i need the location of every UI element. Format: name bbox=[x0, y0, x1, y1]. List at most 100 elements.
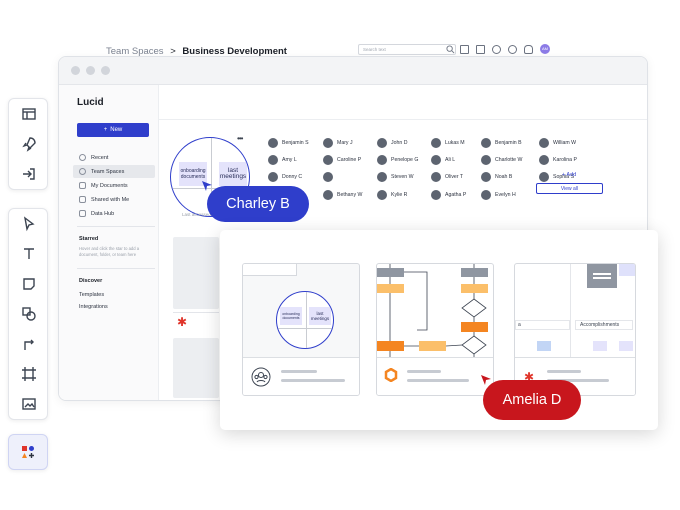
subtitle-placeholder bbox=[281, 379, 345, 382]
flowchart-diagram bbox=[377, 264, 488, 359]
sticky-note-icon[interactable] bbox=[9, 269, 49, 299]
left-toolbar-top bbox=[8, 98, 48, 190]
search-input[interactable]: Search text bbox=[358, 44, 456, 55]
templates-link[interactable]: Templates bbox=[79, 292, 104, 298]
view-all-button[interactable]: View all bbox=[536, 183, 603, 194]
connector-line-icon[interactable] bbox=[9, 329, 49, 359]
nav-item-shared[interactable]: Shared with Me bbox=[73, 193, 155, 206]
nav-item-my-documents[interactable]: My Documents bbox=[73, 179, 155, 192]
member-evelyn-h[interactable]: Evelyn H bbox=[481, 190, 516, 200]
add-member-link[interactable]: + Add bbox=[562, 172, 576, 178]
member-amy-l[interactable]: Amy L bbox=[268, 155, 297, 165]
member-john-d[interactable]: John D bbox=[377, 138, 407, 148]
avatar bbox=[323, 190, 333, 200]
member-lukas-m[interactable]: Lukas M bbox=[431, 138, 465, 148]
avatar bbox=[323, 138, 333, 148]
collaborator-name: Amelia D bbox=[502, 392, 562, 408]
panel-layout-icon[interactable] bbox=[9, 99, 49, 129]
import-icon[interactable] bbox=[9, 159, 49, 189]
starred-hint: Hover and click the star to add a docume… bbox=[79, 246, 140, 257]
new-button-label: New bbox=[110, 127, 123, 133]
avatar bbox=[268, 155, 278, 165]
document-card-placeholder[interactable] bbox=[173, 237, 219, 309]
avatar bbox=[377, 172, 387, 182]
folder-card-footer bbox=[243, 357, 359, 395]
info-icon[interactable] bbox=[492, 44, 501, 54]
sticky-accent bbox=[619, 264, 635, 276]
new-button[interactable]: + New bbox=[77, 123, 149, 137]
frame-icon[interactable] bbox=[9, 359, 49, 389]
user-avatar[interactable]: AM bbox=[540, 44, 550, 54]
search-icon[interactable] bbox=[446, 45, 455, 54]
pointer-icon[interactable] bbox=[9, 209, 49, 239]
board-sticky bbox=[593, 341, 607, 351]
sort-icon[interactable] bbox=[476, 44, 485, 54]
documents-icon bbox=[79, 182, 86, 189]
member-mary-j[interactable]: Mary J bbox=[323, 138, 353, 148]
collaborator-charley-badge: Charley B bbox=[207, 186, 309, 222]
header-actions: AM bbox=[460, 44, 550, 54]
more-options-icon[interactable]: ••• bbox=[237, 134, 243, 143]
team-icon bbox=[79, 168, 86, 175]
lucid-logo[interactable]: Lucid bbox=[77, 97, 104, 108]
member-benjamin-s[interactable]: Benjamin S bbox=[268, 138, 309, 148]
member-steven-w[interactable]: Steven W bbox=[377, 172, 414, 182]
flowchart-card[interactable] bbox=[376, 263, 494, 396]
member-bethany-w[interactable]: Bethany W bbox=[323, 190, 362, 200]
nav-item-recent[interactable]: Recent bbox=[73, 151, 155, 164]
avatar bbox=[431, 172, 441, 182]
nav-item-data-hub[interactable]: Data Hub bbox=[73, 207, 155, 220]
title-placeholder bbox=[407, 370, 441, 373]
avatar bbox=[431, 190, 441, 200]
nav-item-team-spaces[interactable]: Team Spaces bbox=[73, 165, 155, 178]
member-william-w[interactable]: William W bbox=[539, 138, 576, 148]
member-penelope-g[interactable]: Penelope G bbox=[377, 155, 418, 165]
clock-icon bbox=[79, 154, 86, 161]
window-dot bbox=[71, 66, 80, 75]
member-karolina-p[interactable]: Karolina P bbox=[539, 155, 577, 165]
sticky-onboarding: onboarding documents bbox=[280, 307, 302, 325]
shape-library-button[interactable] bbox=[8, 434, 48, 470]
last-accessed-label: Last accessed bbox=[182, 212, 211, 217]
shapes-icon[interactable] bbox=[9, 299, 49, 329]
window-dot bbox=[101, 66, 110, 75]
logo-text: Lucid bbox=[77, 97, 104, 108]
image-icon[interactable] bbox=[9, 389, 49, 419]
team-icon bbox=[251, 367, 271, 387]
member-agatha-p[interactable]: Agatha P bbox=[431, 190, 466, 200]
member-kylie-r[interactable]: Kylie R bbox=[377, 190, 407, 200]
avatar bbox=[539, 138, 549, 148]
rocket-icon[interactable] bbox=[9, 129, 49, 159]
shared-icon bbox=[79, 196, 86, 203]
sticky-last-meetings: last meetings bbox=[309, 307, 331, 325]
member-charlotte-w[interactable]: Charlotte W bbox=[481, 155, 522, 165]
documents-panel: onboarding documents last meetings a Acc… bbox=[220, 230, 658, 430]
divider bbox=[77, 226, 155, 227]
member-benjamin-b[interactable]: Benjamin B bbox=[481, 138, 522, 148]
member-donny-c[interactable]: Donny C bbox=[268, 172, 302, 182]
divider bbox=[77, 268, 155, 269]
avatar bbox=[431, 138, 441, 148]
breadcrumb-parent[interactable]: Team Spaces bbox=[106, 46, 164, 57]
member-ali-l[interactable]: Ali L bbox=[431, 155, 455, 165]
subtitle-placeholder bbox=[407, 379, 469, 382]
help-icon[interactable] bbox=[508, 44, 517, 54]
member-avatar-only[interactable] bbox=[323, 172, 333, 182]
window-dot bbox=[86, 66, 95, 75]
breadcrumb-separator: > bbox=[170, 46, 176, 57]
member-oliver-t[interactable]: Oliver T bbox=[431, 172, 463, 182]
text-tool-icon[interactable] bbox=[9, 239, 49, 269]
integrations-link[interactable]: Integrations bbox=[79, 304, 108, 310]
app-header bbox=[159, 85, 647, 120]
browser-chrome bbox=[59, 57, 647, 85]
avatar bbox=[323, 172, 333, 182]
bell-icon[interactable] bbox=[524, 44, 533, 54]
member-caroline-p[interactable]: Caroline P bbox=[323, 155, 361, 165]
member-noah-b[interactable]: Noah B bbox=[481, 172, 512, 182]
app-sidebar: Lucid + New Recent Team Spaces My Documen… bbox=[59, 85, 159, 400]
folder-card[interactable]: onboarding documents last meetings bbox=[242, 263, 360, 396]
list-view-icon[interactable] bbox=[460, 44, 469, 54]
title-placeholder bbox=[547, 370, 581, 373]
avatar bbox=[481, 172, 491, 182]
document-card-placeholder[interactable] bbox=[173, 338, 219, 398]
